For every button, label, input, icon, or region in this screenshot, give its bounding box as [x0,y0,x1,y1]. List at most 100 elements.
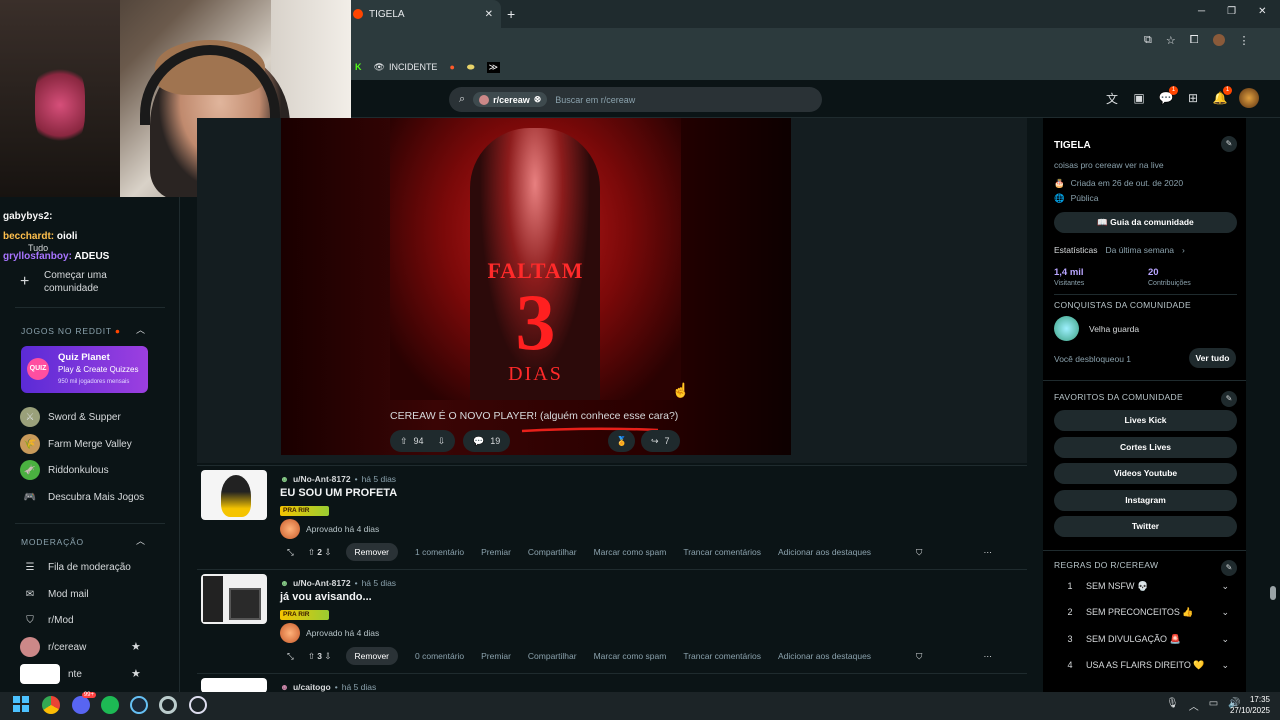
favorite-star-icon[interactable]: ★ [131,640,141,653]
post-thumbnail[interactable] [201,470,267,520]
highlight-link[interactable]: Adicionar aos destaques [778,651,871,661]
list-item[interactable]: ☻ u/No-Ant-8172 • há 5 dias EU SOU UM PROFE… [197,465,1027,569]
mark-spam-link[interactable]: Marcar como spam [594,547,667,557]
post-title[interactable]: EU SOU UM PROFETA [280,487,397,499]
vote-controls[interactable]: ⇧ 2 ⇩ [308,547,332,558]
favorite-link[interactable]: Instagram [1054,490,1237,511]
share-link[interactable]: Compartilhar [528,651,577,661]
sidebar-game-2[interactable]: 🫏 Riddonkulous [20,460,109,480]
see-all-button[interactable]: Ver tudo [1189,348,1236,368]
sidebar-r-mod[interactable]: ⛉ r/Mod [20,610,73,630]
clock[interactable]: 17:35 27/10/2025 [1226,694,1270,716]
post-author[interactable]: u/No-Ant-8172 [293,578,351,588]
browser-tab[interactable]: TIGELA ✕ [351,0,501,28]
list-item[interactable]: ☻ u/caitogo • há 5 dias [197,673,1027,693]
stats-period-link[interactable]: Da última semana [1105,245,1174,255]
sidebar-game-1[interactable]: 🌾 Farm Merge Valley [20,434,132,454]
edit-pencil-icon[interactable]: ✎ [1221,560,1237,576]
bookmark-incidente[interactable]: 👁 INCIDENTE [374,62,438,73]
sidebar-game-0[interactable]: ⚔ Sword & Supper [20,407,121,427]
comments-button[interactable]: 💬 19 [463,430,511,452]
terminal-bookmark-icon[interactable]: ≫ [486,61,500,73]
address-bar[interactable]: ⧉ ☆ ⧠ ⋮ [351,28,1280,54]
mod-shield-icon[interactable]: ⛉ [916,651,922,662]
kick-bookmark-icon[interactable]: K [355,62,362,72]
profile-avatar-icon[interactable] [1212,34,1225,46]
yellow-bookmark-icon[interactable]: ⬬ [467,62,475,73]
award-link[interactable]: Premiar [481,547,511,557]
mod-shield-icon[interactable]: ⛉ [916,547,922,558]
share-button[interactable]: ↪ 7 [641,430,680,452]
cast-icon[interactable]: ⧉ [1144,34,1152,47]
post-thumbnail[interactable] [201,678,267,693]
spotify-icon[interactable] [101,696,119,714]
favorite-link[interactable]: Cortes Lives [1054,437,1237,458]
rule-item[interactable]: 3 SEM DIVULGAÇÃO 🚨 ⌄ [1054,634,1237,645]
steam-icon[interactable] [130,696,148,714]
more-options-icon[interactable]: ⋯ [983,547,992,558]
collapse-games-icon[interactable]: ︿ [136,323,145,336]
rule-item[interactable]: 1 SEM NSFW 💀 ⌄ [1054,581,1237,592]
award-button[interactable]: 🏅 [608,430,636,452]
post-author[interactable]: u/No-Ant-8172 [293,474,351,484]
chat-icon[interactable]: 💬 1 [1158,86,1178,106]
minimize-icon[interactable]: ─ [1198,6,1205,17]
extensions-icon[interactable]: ⧠ [1190,34,1199,47]
edit-pencil-icon[interactable]: ✎ [1221,136,1237,152]
comments-link[interactable]: 1 comentário [415,547,464,557]
discord-icon[interactable]: 99+ [72,692,96,714]
collapse-mod-icon[interactable]: ︿ [136,534,145,547]
expand-icon[interactable]: ⤡ [287,547,294,558]
user-avatar[interactable] [1239,88,1259,108]
favorite-star-icon[interactable]: ★ [131,667,141,680]
scrollbar-thumb[interactable] [1270,586,1276,600]
favorite-link[interactable]: Videos Youtube [1054,463,1237,484]
sidebar-mod-queue[interactable]: ☰ Fila de moderação [20,557,131,577]
obs-icon[interactable] [189,696,207,714]
bookmark-star-icon[interactable]: ☆ [1166,34,1176,47]
mark-spam-link[interactable]: Marcar como spam [594,651,667,661]
fire-bookmark-icon[interactable]: ● [449,62,454,72]
windows-start-icon[interactable] [13,696,31,714]
subreddit-search-chip[interactable]: r/cereaw ⊗ [473,92,548,107]
network-icon[interactable]: ▭ [1209,698,1218,713]
favorite-link[interactable]: Twitter [1054,516,1237,537]
award-link[interactable]: Premiar [481,651,511,661]
clear-chip-icon[interactable]: ⊗ [534,94,542,105]
expand-icon[interactable]: ⤡ [287,651,294,662]
tray-chevron-icon[interactable]: ︿ [1189,698,1199,713]
share-link[interactable]: Compartilhar [528,547,577,557]
maximize-icon[interactable]: ❐ [1227,6,1236,17]
upvote-icon[interactable]: ⇧ [400,436,408,447]
rule-item[interactable]: 4 USA AS FLAIRS DIREITO 💛 ⌄ [1054,660,1237,671]
ads-icon[interactable]: ▣ [1131,90,1147,106]
create-post-icon[interactable]: ⊞ [1185,90,1201,106]
sidebar-discover-games[interactable]: 🎮 Descubra Mais Jogos [20,487,144,507]
post-title[interactable]: já vou avisando... [280,591,372,603]
more-options-icon[interactable]: ⋯ [983,651,992,662]
quiz-planet-card[interactable]: QUIZ Quiz Planet Play & Create Quizzes 9… [21,346,148,393]
comments-link[interactable]: 0 comentário [415,651,464,661]
lock-comments-link[interactable]: Trancar comentários [683,547,761,557]
vote-controls[interactable]: ⇧ 3 ⇩ [308,651,332,662]
close-tab-icon[interactable]: ✕ [485,9,493,20]
search-placeholder[interactable]: Buscar em r/cereaw [555,95,635,105]
downvote-icon[interactable]: ⇩ [438,436,446,447]
sidebar-item-create-community[interactable]: + Começar uma comunidade [20,269,114,295]
app-icon[interactable] [159,696,177,714]
sidebar-mod-mail[interactable]: ✉ Mod mail [20,584,89,604]
browser-menu-icon[interactable]: ⋮ [1239,34,1250,47]
post-thumbnail[interactable] [201,574,267,624]
edit-pencil-icon[interactable]: ✎ [1221,391,1237,407]
close-window-icon[interactable]: ✕ [1258,6,1266,17]
microphone-icon[interactable]: 🎙 [1166,698,1179,713]
post-author[interactable]: u/caitogo [293,682,331,692]
chrome-icon[interactable] [42,696,60,714]
remove-button[interactable]: Remover [345,543,398,561]
post-image[interactable]: FALTAM 3 DIAS [390,118,681,400]
notifications-icon[interactable]: 🔔 1 [1212,86,1232,106]
favorite-link[interactable]: Lives Kick [1054,410,1237,431]
remove-button[interactable]: Remover [345,647,398,665]
list-item[interactable]: ☻ u/No-Ant-8172 • há 5 dias já vou avisando… [197,569,1027,673]
lock-comments-link[interactable]: Trancar comentários [683,651,761,661]
